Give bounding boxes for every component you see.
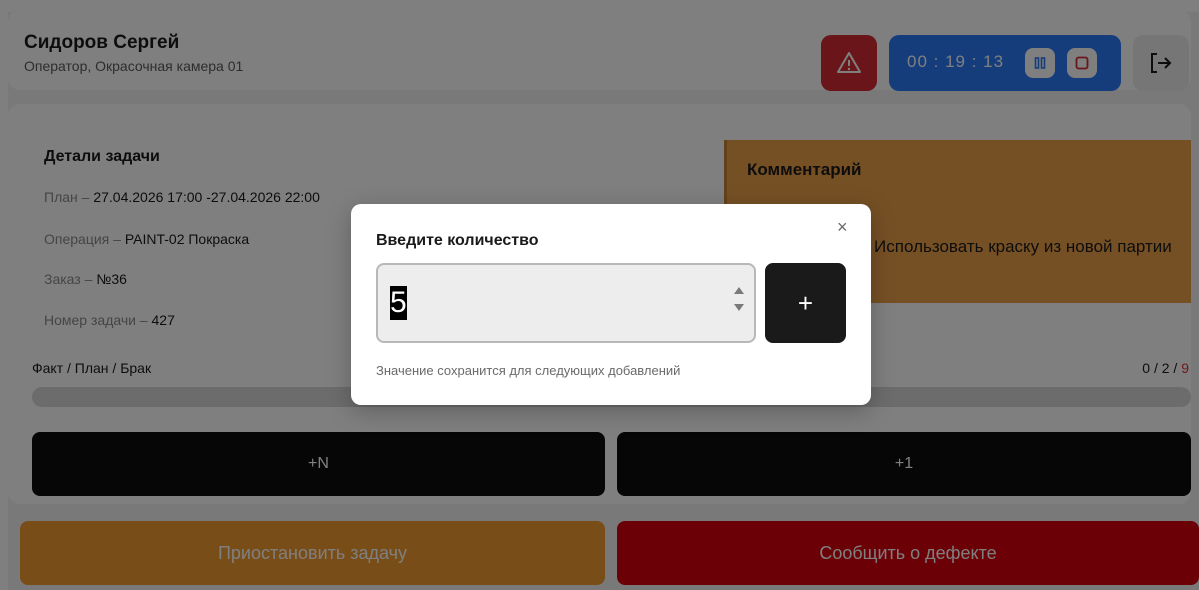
increment-arrow-icon[interactable] (734, 287, 744, 294)
quantity-modal: Введите количество × + Значение сохранит… (351, 204, 871, 405)
close-icon[interactable]: × (837, 218, 848, 236)
quantity-input[interactable] (390, 279, 720, 327)
modal-hint: Значение сохранится для следующих добавл… (376, 363, 681, 378)
decrement-arrow-icon[interactable] (734, 304, 744, 311)
add-quantity-button[interactable]: + (765, 263, 846, 343)
quantity-field (376, 263, 756, 343)
quantity-stepper[interactable] (732, 287, 746, 321)
modal-title: Введите количество (376, 232, 539, 249)
